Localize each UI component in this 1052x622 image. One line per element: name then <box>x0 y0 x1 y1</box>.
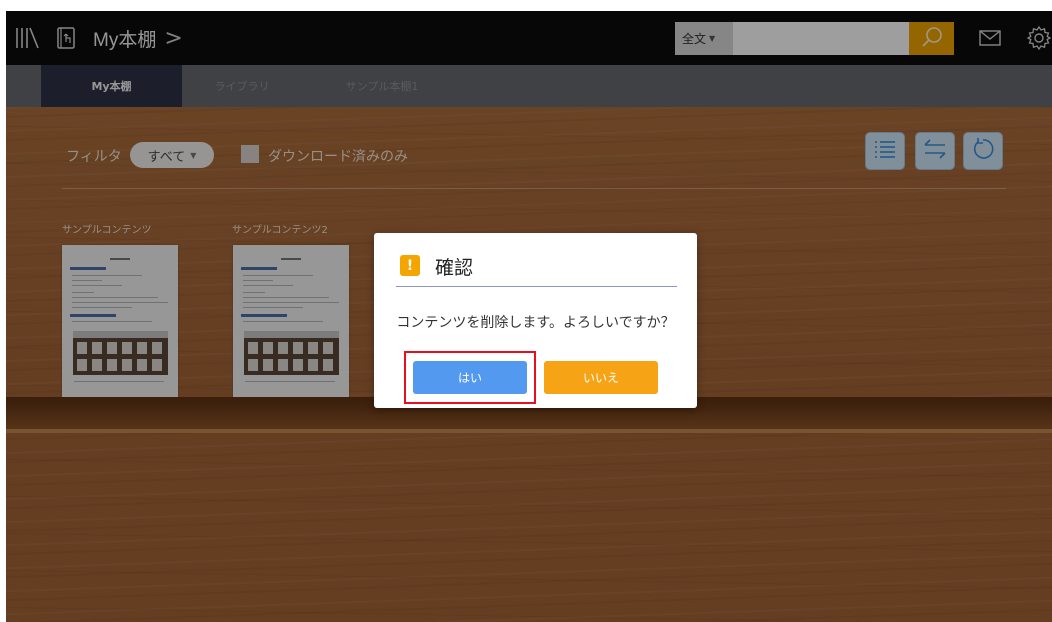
confirm-dialog: ! 確認 コンテンツを削除します。よろしいですか？ はい いいえ <box>374 233 697 408</box>
app-screen: My本棚 > 全文 ▼ My本棚 ライブラリ サンプル本棚1 フィルタ すべて … <box>6 11 1052 622</box>
no-button[interactable]: いいえ <box>544 361 658 394</box>
dialog-message: コンテンツを削除します。よろしいですか？ <box>396 315 675 331</box>
warning-icon: ! <box>400 255 420 276</box>
highlight-box <box>404 351 536 404</box>
dialog-divider <box>396 286 677 287</box>
dialog-title: 確認 <box>435 257 474 279</box>
